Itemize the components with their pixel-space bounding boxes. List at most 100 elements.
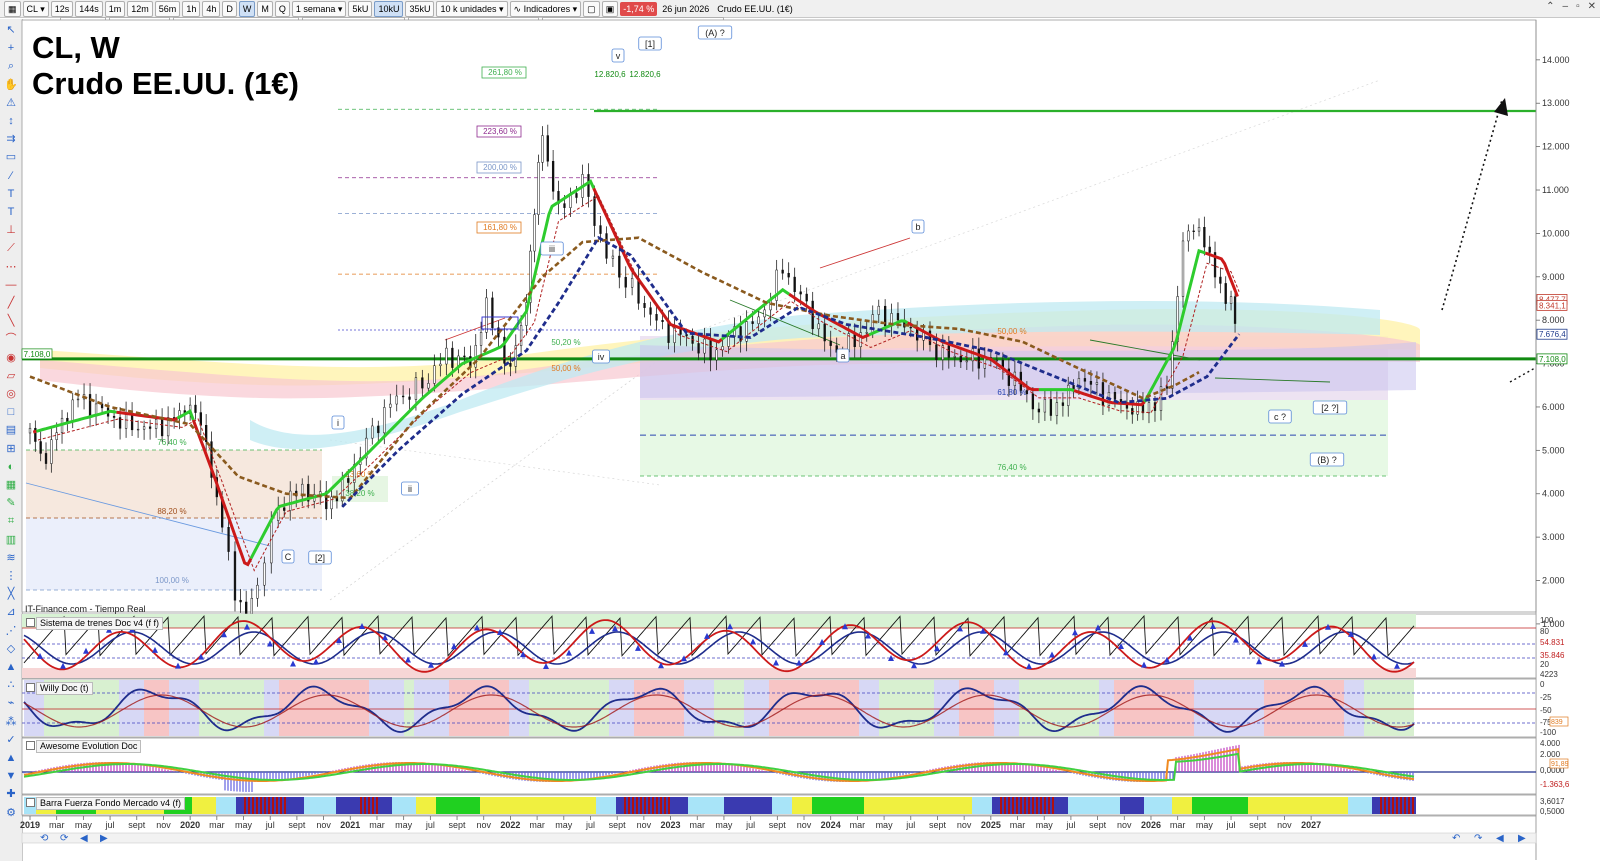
fuerza-bar xyxy=(1172,797,1176,814)
fuerza-bar xyxy=(700,797,704,814)
candle-body xyxy=(88,394,92,417)
willy-bar xyxy=(799,680,804,736)
fuerza-bar xyxy=(1212,797,1216,814)
candle-body xyxy=(1233,296,1237,324)
candle-body xyxy=(685,334,688,337)
fuerza-bar xyxy=(596,797,600,814)
willy-bar xyxy=(614,680,619,736)
chart-instrument-title: Crudo EE.UU. (1€) xyxy=(32,66,299,101)
willy-bar xyxy=(1239,680,1244,736)
time-tick-label: mar xyxy=(690,820,706,830)
willy-bar xyxy=(954,680,959,736)
fuerza-bar xyxy=(500,797,504,814)
candle-body xyxy=(112,415,116,418)
candle-body xyxy=(50,439,53,464)
time-tick-label: mar xyxy=(209,820,225,830)
fuerza-bar xyxy=(216,797,220,814)
willy-bar xyxy=(464,680,469,736)
willy-bar xyxy=(1264,680,1269,736)
willy-bar xyxy=(109,680,114,736)
fuerza-bar xyxy=(480,797,484,814)
willy-bar xyxy=(149,680,154,736)
fuerza-bar xyxy=(1328,797,1332,814)
price-tick-label: 10.000 xyxy=(1542,228,1570,238)
willy-bar xyxy=(519,680,524,736)
panel-collapse-icon[interactable] xyxy=(26,798,35,807)
wave-label: i xyxy=(337,418,339,428)
candle-body xyxy=(263,562,266,586)
panel-collapse-icon[interactable] xyxy=(26,741,35,750)
candle-body xyxy=(877,305,880,315)
fuerza-bar xyxy=(708,797,712,814)
fuerza-bar xyxy=(1332,797,1336,814)
willy-bar xyxy=(1009,680,1014,736)
price-chart[interactable]: 261,80 % 223,60 % 200,00 % 161,80 % 76,40 % 8… xyxy=(0,0,1600,861)
time-scrollbar[interactable] xyxy=(21,832,1537,844)
candle-body xyxy=(533,214,536,252)
panel-axis-label: -50 xyxy=(1540,706,1552,715)
wave-label: v xyxy=(616,51,621,61)
candle-body xyxy=(965,360,968,363)
willy-bar xyxy=(1189,680,1194,736)
willy-bar xyxy=(159,680,164,736)
fuerza-bar xyxy=(1064,797,1068,814)
candle-body xyxy=(1037,408,1041,413)
fuerza-bar xyxy=(340,797,344,814)
candle-body xyxy=(1187,230,1190,242)
fuerza-bar-red xyxy=(272,797,274,814)
candle-body xyxy=(451,347,454,368)
fuerza-bar xyxy=(592,797,596,814)
willy-bar xyxy=(549,680,554,736)
fib-label: 50,00 % xyxy=(997,327,1026,336)
willy-bar xyxy=(144,680,149,736)
willy-bar xyxy=(1014,680,1019,736)
willy-bar xyxy=(254,680,259,736)
time-tick-label: nov xyxy=(637,820,652,830)
willy-bar xyxy=(414,680,419,736)
panel-axis-label: 20 xyxy=(1540,660,1549,669)
fuerza-bar xyxy=(1120,797,1124,814)
fuerza-bar xyxy=(840,797,844,814)
willy-bar xyxy=(1219,680,1224,736)
fuerza-bar xyxy=(192,797,196,814)
fuerza-bar xyxy=(864,797,868,814)
fuerza-bar xyxy=(1168,797,1172,814)
candle-body xyxy=(256,584,259,599)
wave-label: [2] xyxy=(315,553,325,563)
fuerza-bar xyxy=(968,797,972,814)
candle-body xyxy=(763,309,766,318)
fuerza-bar-red xyxy=(1044,797,1046,814)
panel-collapse-icon[interactable] xyxy=(26,618,35,627)
fuerza-bar xyxy=(1096,797,1100,814)
willy-bar xyxy=(459,680,464,736)
willy-bar xyxy=(624,680,629,736)
willy-bar xyxy=(1299,680,1304,736)
willy-bar xyxy=(534,680,539,736)
fuerza-bar-red xyxy=(632,797,634,814)
candle-body xyxy=(787,272,790,278)
fuerza-bar xyxy=(448,797,452,814)
time-tick-label: sept xyxy=(128,820,146,830)
willy-bar xyxy=(1244,680,1249,736)
fuerza-bar xyxy=(336,797,340,814)
fuerza-bar xyxy=(1204,797,1208,814)
fuerza-bar-red xyxy=(360,797,362,814)
candle-body xyxy=(71,399,74,423)
willy-bar xyxy=(994,680,999,736)
willy-bar xyxy=(539,680,544,736)
fuerza-bar xyxy=(404,797,408,814)
price-tick-label: 6.000 xyxy=(1542,402,1565,412)
willy-bar xyxy=(509,680,514,736)
candle-body xyxy=(709,338,712,361)
willy-bar xyxy=(229,680,234,736)
fuerza-bar xyxy=(852,797,856,814)
willy-bar xyxy=(1209,680,1214,736)
fuerza-bar xyxy=(920,797,924,814)
time-tick-label: may xyxy=(715,820,733,830)
fuerza-bar xyxy=(768,797,772,814)
fuerza-bar xyxy=(676,797,680,814)
panel-collapse-icon[interactable] xyxy=(26,683,35,692)
willy-bar xyxy=(629,680,634,736)
willy-bar xyxy=(674,680,679,736)
fuerza-bar xyxy=(412,797,416,814)
